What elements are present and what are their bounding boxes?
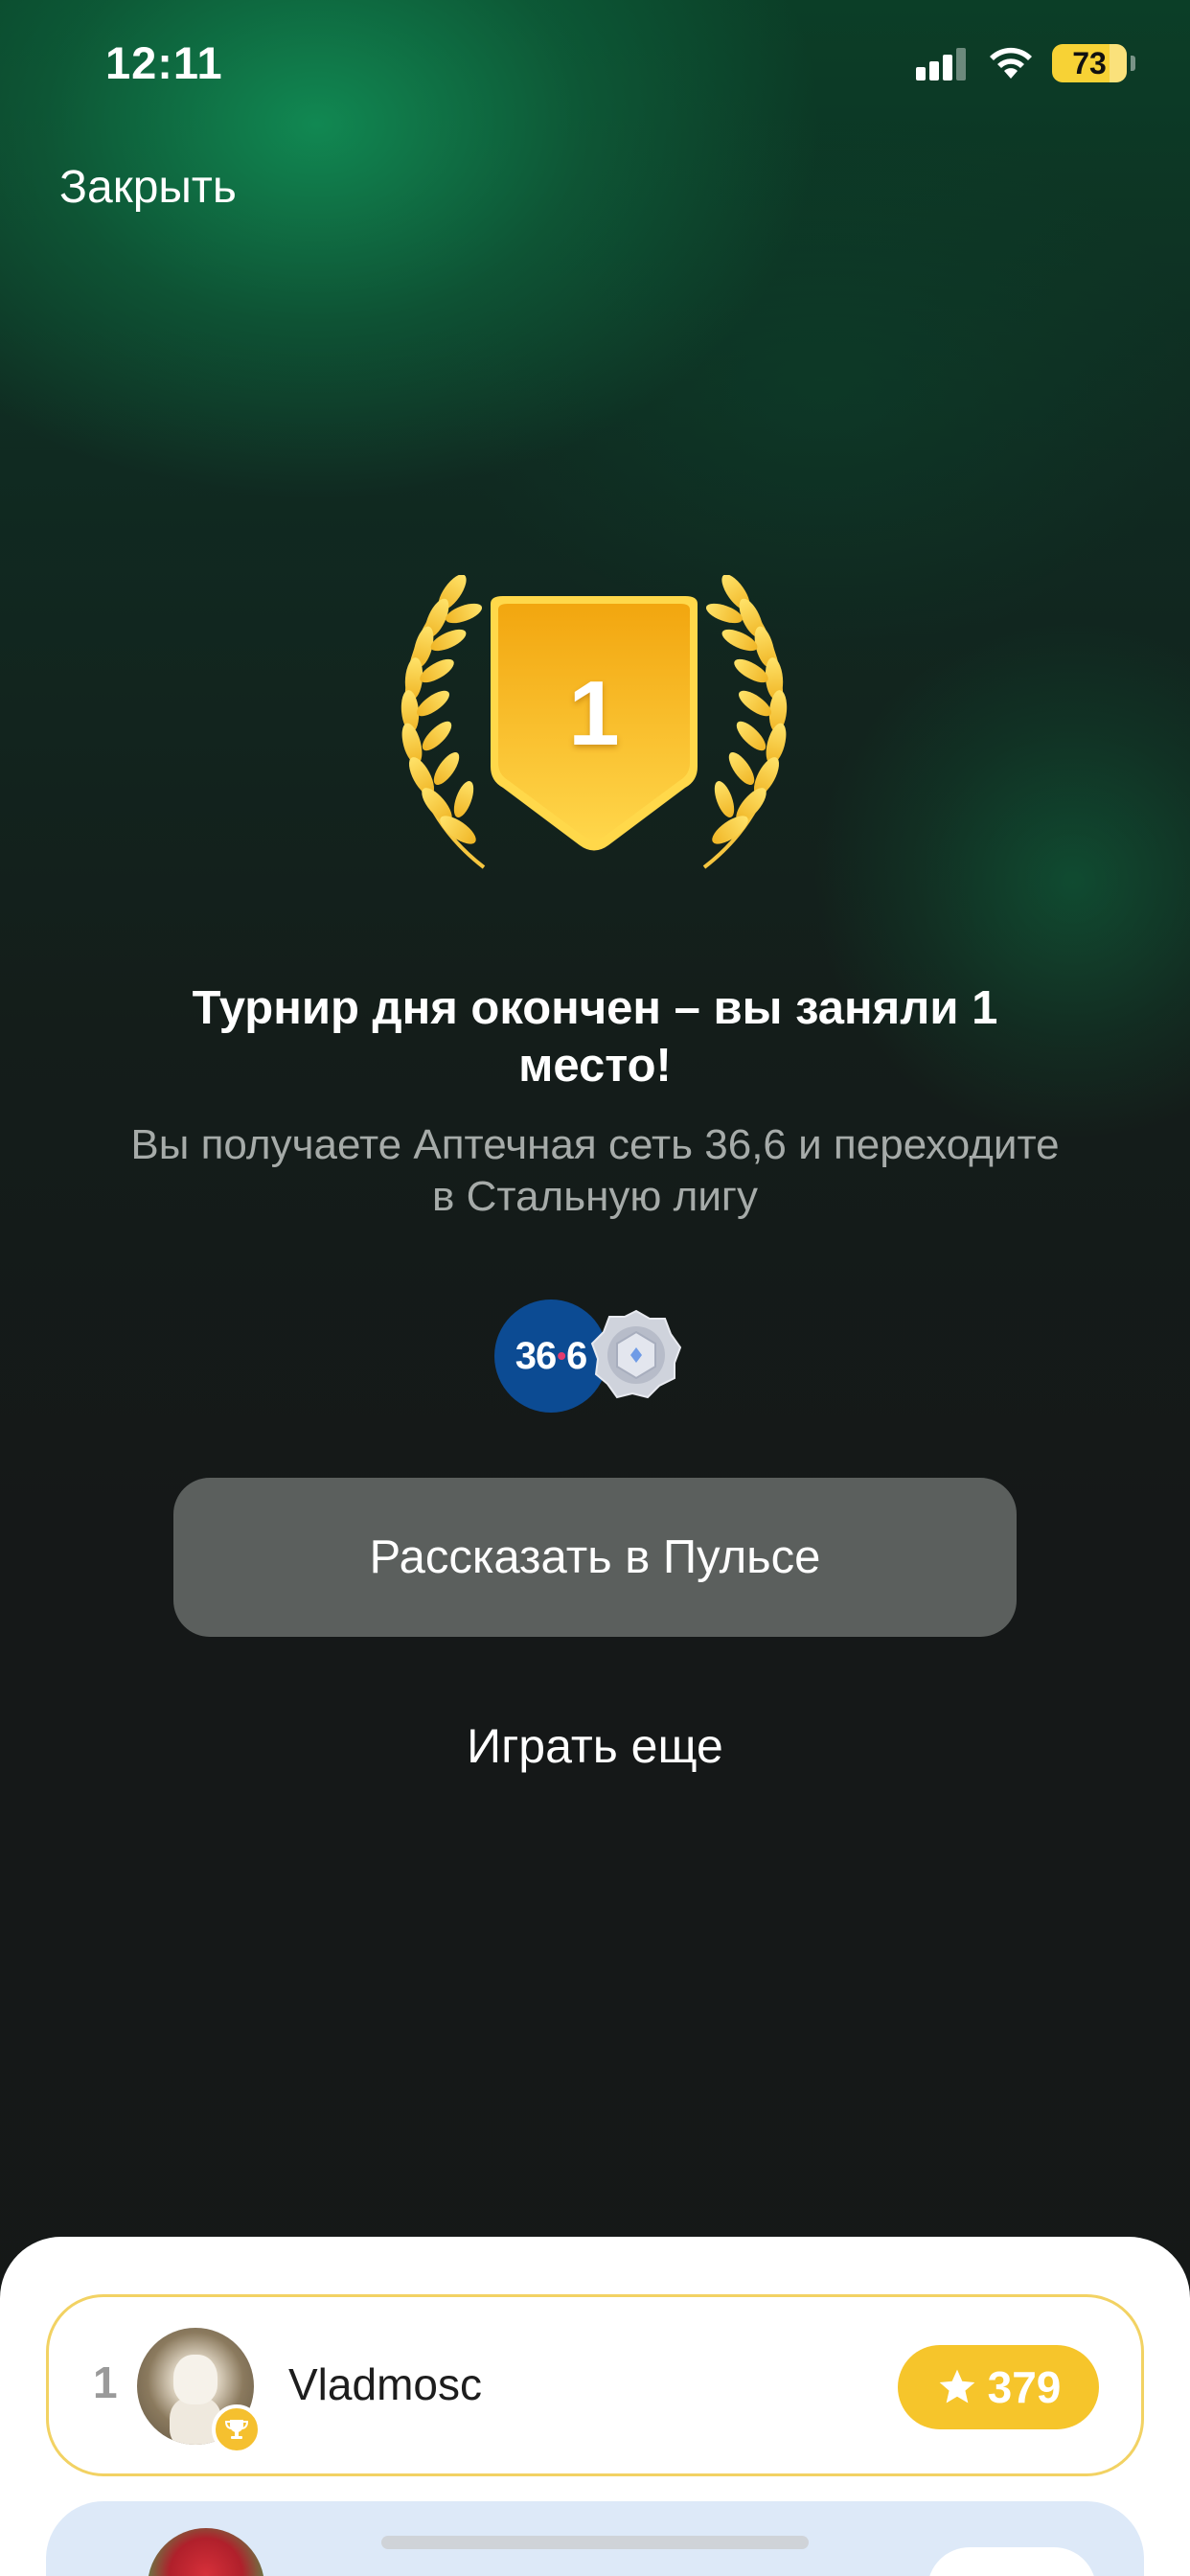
leaderboard-row[interactable]: 1 Vladmosc 379: [46, 2294, 1144, 2476]
first-place-trophy: 1: [364, 574, 824, 891]
score-value: 379: [987, 2362, 1062, 2412]
star-icon: [939, 2369, 974, 2404]
battery-tip: [1131, 56, 1135, 71]
avatar: [148, 2528, 264, 2576]
score-badge: 379: [898, 2345, 1099, 2429]
steel-league-badge-icon: [590, 1309, 682, 1399]
trophy-icon: [212, 2404, 262, 2454]
battery-empty-part: [1110, 44, 1127, 82]
share-in-pulse-button[interactable]: Рассказать в Пульсе: [173, 1478, 1017, 1637]
place-number: 1: [568, 662, 620, 765]
result-headline: Турнир дня окончен – вы заняли 1 место!: [192, 982, 998, 1092]
score-badge: [927, 2547, 1096, 2576]
leaderboard-rank: 1: [93, 2358, 118, 2407]
tournament-result-screen: 12:11 73 Закрыть 1 Турнир дня окончен – …: [0, 0, 1190, 2576]
status-time: 12:11: [105, 37, 223, 88]
leaderboard-sheet[interactable]: 1 Vladmosc 379: [0, 2237, 1190, 2576]
leaderboard-name: Vladmosc: [288, 2359, 482, 2409]
result-subtext: Вы получаете Аптечная сеть 36,6 и перехо…: [130, 1121, 1060, 1220]
reward-icons: 36 • 6: [494, 1294, 686, 1413]
play-again-button[interactable]: Играть еще: [0, 1718, 1190, 1774]
close-button[interactable]: Закрыть: [59, 161, 237, 214]
status-bar: 12:11 73: [0, 0, 1190, 134]
home-indicator: [381, 2536, 809, 2549]
signal-icon: [916, 48, 966, 80]
wifi-icon: [990, 47, 1032, 79]
